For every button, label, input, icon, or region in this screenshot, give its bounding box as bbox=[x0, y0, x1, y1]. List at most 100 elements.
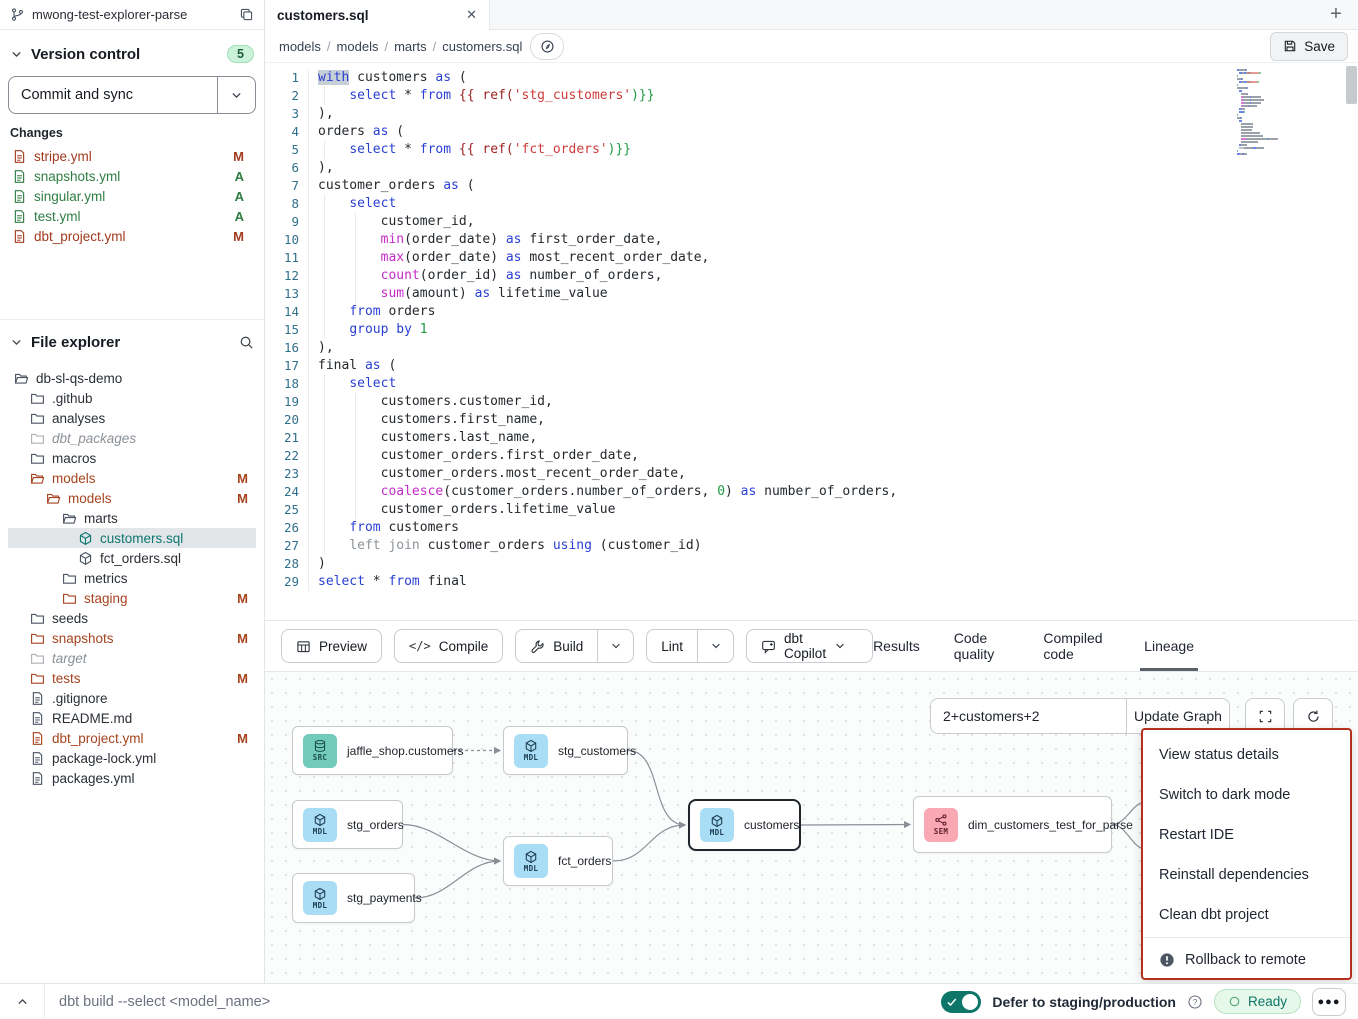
minimap-line bbox=[1237, 72, 1295, 74]
action-build-label[interactable]: Build bbox=[516, 630, 597, 662]
line-number: 26 bbox=[265, 519, 309, 537]
menu-item-clean-dbt-project[interactable]: Clean dbt project bbox=[1143, 895, 1350, 935]
tree-item-fct-orders-sql[interactable]: fct_orders.sql bbox=[8, 548, 256, 568]
action-build-options-chevron[interactable] bbox=[597, 630, 633, 662]
menu-item-rollback-to-remote[interactable]: Rollback to remote bbox=[1143, 940, 1350, 980]
breadcrumb-item-customers-sql[interactable]: customers.sql bbox=[442, 39, 522, 54]
tree-item-tests[interactable]: testsM bbox=[8, 668, 256, 688]
copy-branch-icon[interactable] bbox=[239, 7, 254, 22]
action-lint-label[interactable]: Lint bbox=[647, 630, 697, 662]
tree-item-github[interactable]: .github bbox=[8, 388, 256, 408]
action-compile-button[interactable]: </>Compile bbox=[394, 629, 503, 663]
lineage-node-stg-orders[interactable]: MDLstg_orders bbox=[292, 800, 403, 849]
indent-guide bbox=[355, 483, 356, 501]
code-line: 4orders as ( bbox=[265, 123, 1225, 141]
menu-item-label: View status details bbox=[1159, 747, 1279, 763]
action-lint-options-chevron[interactable] bbox=[697, 630, 733, 662]
tree-item-seeds[interactable]: seeds bbox=[8, 608, 256, 628]
tab-customers-sql[interactable]: customers.sql ✕ bbox=[265, 0, 490, 30]
tree-item-packages-yml[interactable]: packages.yml bbox=[8, 768, 256, 788]
ide-options-menu: View status detailsSwitch to dark modeRe… bbox=[1141, 728, 1352, 980]
change-file-test-yml[interactable]: test.ymlA bbox=[8, 206, 256, 226]
version-control-section: Version control 5 Commit and sync Change… bbox=[0, 30, 264, 320]
indent-guide bbox=[324, 321, 325, 339]
new-tab-button[interactable]: + bbox=[1314, 0, 1358, 29]
file-icon bbox=[12, 189, 27, 204]
version-control-title: Version control bbox=[31, 46, 219, 63]
menu-item-restart-ide[interactable]: Restart IDE bbox=[1143, 815, 1350, 855]
code-editor[interactable]: 1with customers as (2 select * from {{ r… bbox=[265, 62, 1358, 620]
minimap-line bbox=[1237, 96, 1295, 98]
action-dbt-copilot-label[interactable]: dbt Copilot bbox=[747, 630, 872, 662]
action-lint-button[interactable]: Lint bbox=[646, 629, 734, 663]
menu-item-reinstall-dependencies[interactable]: Reinstall dependencies bbox=[1143, 855, 1350, 895]
tree-item-readme-md[interactable]: README.md bbox=[8, 708, 256, 728]
file-icon bbox=[12, 229, 27, 244]
tree-item-dbt-packages[interactable]: dbt_packages bbox=[8, 428, 256, 448]
tab-compiled-code[interactable]: Compiled code bbox=[1043, 621, 1110, 671]
action-dbt-copilot-button[interactable]: dbt Copilot bbox=[746, 629, 873, 663]
tab-code-quality[interactable]: Code quality bbox=[954, 621, 1010, 671]
lineage-canvas[interactable]: SRCjaffle_shop.customersMDLstg_customers… bbox=[265, 672, 1358, 983]
collapse-version-control-icon[interactable] bbox=[10, 48, 23, 61]
editor-scrollbar[interactable] bbox=[1346, 66, 1357, 104]
command-input[interactable] bbox=[45, 994, 941, 1010]
close-tab-icon[interactable]: ✕ bbox=[466, 7, 477, 23]
change-file-dbt-project-yml[interactable]: dbt_project.ymlM bbox=[8, 226, 256, 246]
commit-options-chevron-icon[interactable] bbox=[217, 77, 255, 113]
code-line-text: customer_orders.lifetime_value bbox=[318, 501, 1225, 519]
tree-item-db-sl-qs-demo[interactable]: db-sl-qs-demo bbox=[8, 368, 256, 388]
tree-item-models[interactable]: modelsM bbox=[8, 488, 256, 508]
status-bar: Defer to staging/production ? Ready ●●● bbox=[0, 983, 1358, 1019]
tree-item-dbt-project-yml[interactable]: dbt_project.ymlM bbox=[8, 728, 256, 748]
change-file-stripe-yml[interactable]: stripe.ymlM bbox=[8, 146, 256, 166]
tree-item-metrics[interactable]: metrics bbox=[8, 568, 256, 588]
breadcrumb-item-models[interactable]: models bbox=[279, 39, 321, 54]
breadcrumb-item-marts[interactable]: marts bbox=[394, 39, 427, 54]
tree-item-package-lock-yml[interactable]: package-lock.yml bbox=[8, 748, 256, 768]
tree-item-target[interactable]: target bbox=[8, 648, 256, 668]
lineage-node-customers[interactable]: MDLcustomers bbox=[688, 799, 801, 851]
lineage-node-dim-customers-test-for-parse[interactable]: SEMdim_customers_test_for_parse bbox=[913, 796, 1112, 853]
code-line: 22 customer_orders.first_order_date, bbox=[265, 447, 1225, 465]
tree-item-staging[interactable]: stagingM bbox=[8, 588, 256, 608]
help-icon[interactable]: ? bbox=[1187, 994, 1203, 1010]
action-preview-button[interactable]: Preview bbox=[281, 629, 382, 663]
action-build-button[interactable]: Build bbox=[515, 629, 634, 663]
search-files-icon[interactable] bbox=[239, 335, 254, 350]
tree-item-customers-sql[interactable]: customers.sql bbox=[8, 528, 256, 548]
defer-toggle[interactable] bbox=[941, 991, 981, 1013]
tab-lineage[interactable]: Lineage bbox=[1144, 621, 1194, 671]
commit-and-sync-button[interactable]: Commit and sync bbox=[8, 76, 256, 114]
save-button[interactable]: Save bbox=[1270, 32, 1348, 61]
breadcrumb-item-models[interactable]: models bbox=[337, 39, 379, 54]
expand-command-bar-icon[interactable] bbox=[0, 995, 44, 1008]
tree-item-marts[interactable]: marts bbox=[8, 508, 256, 528]
lineage-node-stg-payments[interactable]: MDLstg_payments bbox=[292, 873, 415, 923]
tree-item-models[interactable]: modelsM bbox=[8, 468, 256, 488]
tree-item-snapshots[interactable]: snapshotsM bbox=[8, 628, 256, 648]
more-options-button[interactable]: ●●● bbox=[1312, 988, 1346, 1016]
tree-item-analyses[interactable]: analyses bbox=[8, 408, 256, 428]
change-file-snapshots-yml[interactable]: snapshots.ymlA bbox=[8, 166, 256, 186]
action-compile-label[interactable]: </>Compile bbox=[395, 630, 502, 662]
tree-item-macros[interactable]: macros bbox=[8, 448, 256, 468]
change-file-singular-yml[interactable]: singular.ymlA bbox=[8, 186, 256, 206]
code-line: 27 left join customer_orders using (cust… bbox=[265, 537, 1225, 555]
minimap-line bbox=[1237, 129, 1295, 131]
tree-item-gitignore[interactable]: .gitignore bbox=[8, 688, 256, 708]
status-badge[interactable]: Ready bbox=[1214, 989, 1301, 1014]
collapse-file-explorer-icon[interactable] bbox=[10, 336, 23, 349]
lineage-selector-input[interactable] bbox=[931, 699, 1126, 733]
open-lineage-link-button[interactable] bbox=[530, 33, 564, 60]
line-number: 2 bbox=[265, 87, 309, 105]
tab-results[interactable]: Results bbox=[873, 621, 920, 671]
lineage-node-fct-orders[interactable]: MDLfct_orders bbox=[503, 836, 613, 886]
chevron-down-icon[interactable] bbox=[834, 640, 858, 652]
change-status-badge: A bbox=[235, 169, 252, 184]
line-number: 20 bbox=[265, 411, 309, 429]
menu-item-switch-to-dark-mode[interactable]: Switch to dark mode bbox=[1143, 775, 1350, 815]
action-preview-label[interactable]: Preview bbox=[282, 630, 381, 662]
menu-item-view-status-details[interactable]: View status details bbox=[1143, 735, 1350, 775]
minimap-line bbox=[1237, 138, 1295, 140]
